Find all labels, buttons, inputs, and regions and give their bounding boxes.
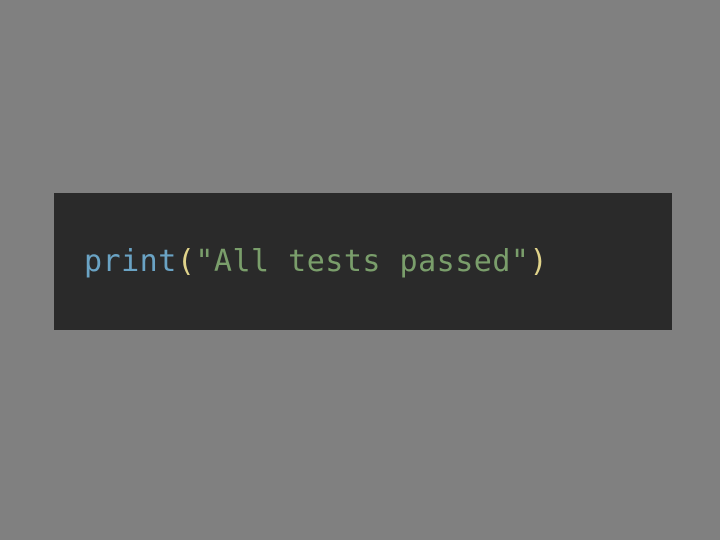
code-fn-name: print [84,244,177,279]
code-string-literal: "All tests passed" [195,244,529,279]
code-close-paren: ) [529,244,548,279]
code-line: print("All tests passed") [84,244,548,279]
code-open-paren: ( [177,244,196,279]
code-block: print("All tests passed") [54,193,672,330]
